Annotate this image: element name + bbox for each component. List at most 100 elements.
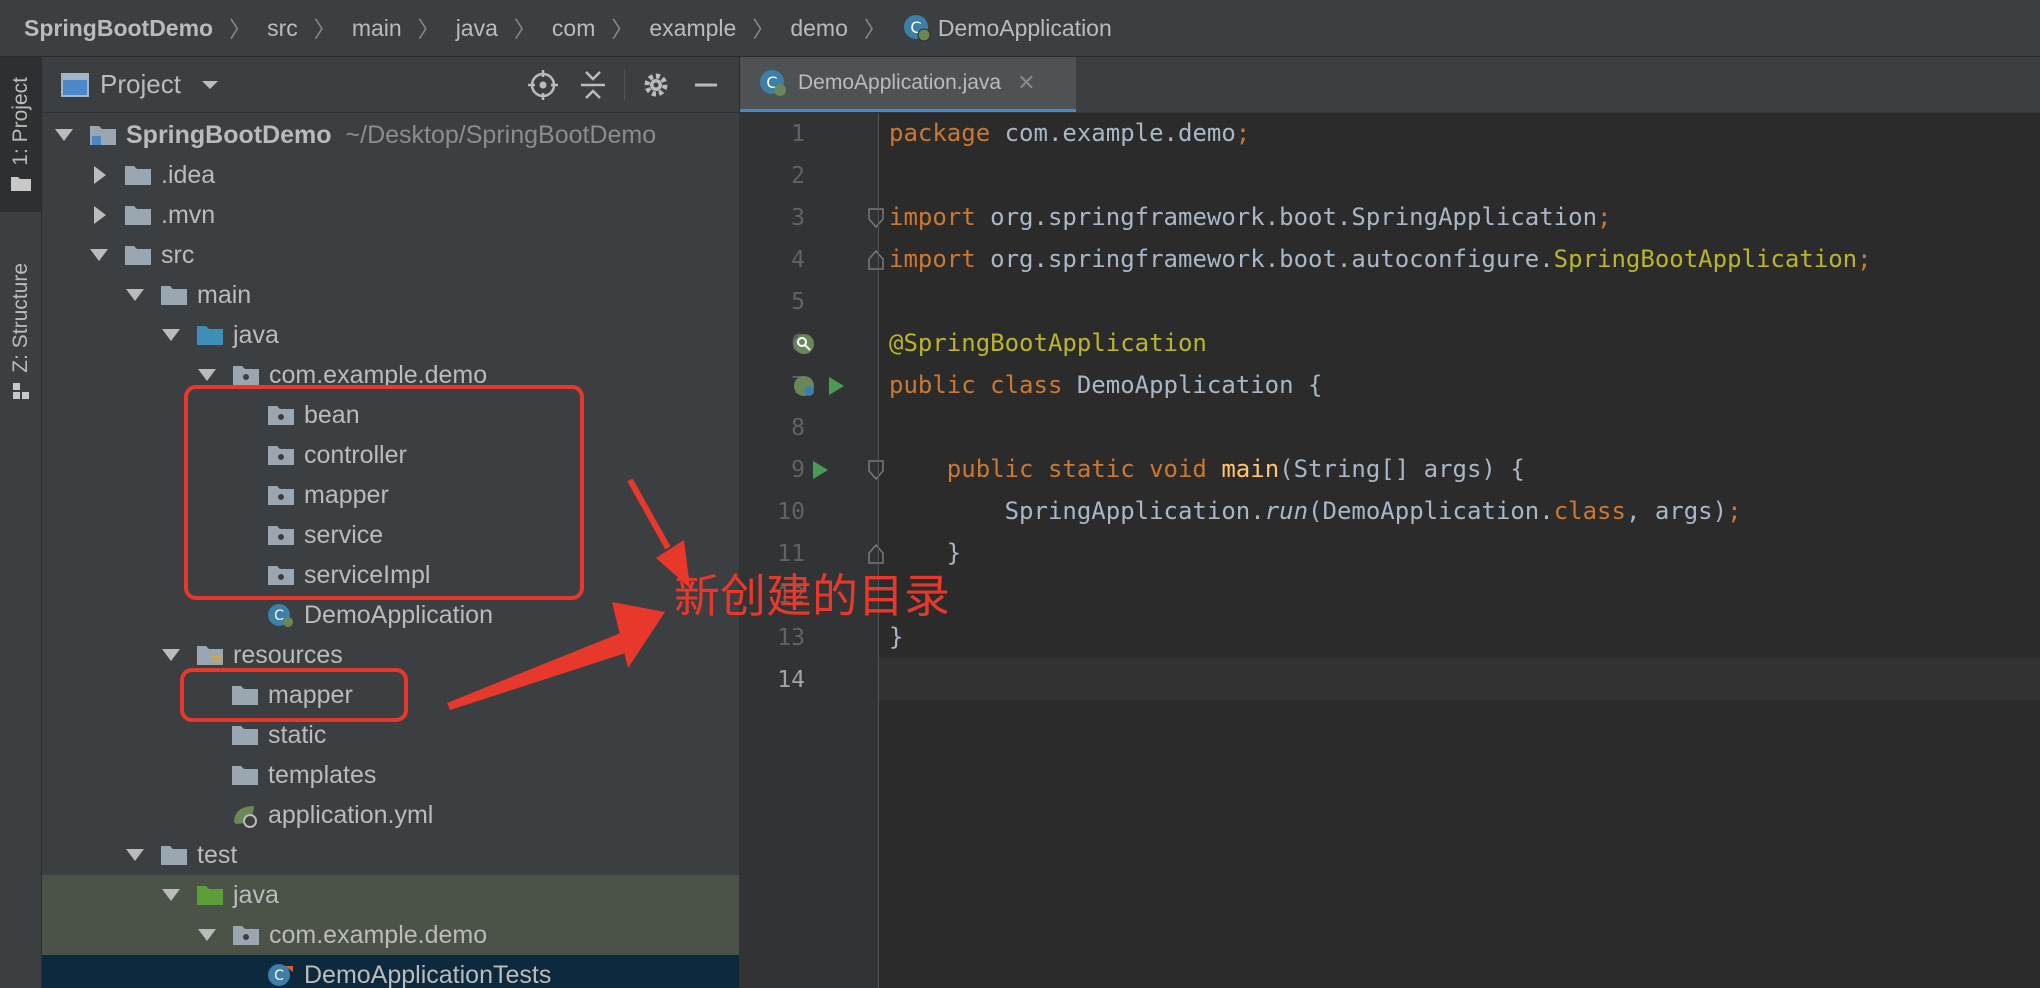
tree-item-idea[interactable]: .idea <box>42 155 739 195</box>
code-line[interactable]: } <box>889 623 903 651</box>
line-number: 1 <box>791 121 805 147</box>
tab-demoapplication-java[interactable]: C DemoApplication.java ✕ <box>740 57 1076 112</box>
gutter-separator <box>878 113 879 988</box>
tree-item-resources-mapper[interactable]: mapper <box>42 675 739 715</box>
code-token: org.springframework.boot.SpringApplicati… <box>975 203 1598 231</box>
tree-item-label: application.yml <box>268 800 434 829</box>
chevron-down-icon[interactable] <box>159 323 183 347</box>
folder-icon <box>232 726 258 745</box>
breadcrumb-src[interactable]: src <box>267 15 298 42</box>
package-icon <box>233 366 259 385</box>
tree-item-mvn[interactable]: .mvn <box>42 195 739 235</box>
tree-item-resources[interactable]: resources <box>42 635 739 675</box>
tree-item-project-root[interactable]: SpringBootDemo ~/Desktop/SpringBootDemo <box>42 115 739 155</box>
hide-panel-button[interactable] <box>681 65 731 105</box>
code-token: (String[] args) { <box>1279 455 1525 483</box>
chevron-down-icon[interactable] <box>159 643 183 667</box>
folder-icon <box>125 206 151 225</box>
chevron-right-icon: 〉 <box>611 17 634 42</box>
tree-item-mapper[interactable]: mapper <box>42 475 739 515</box>
chevron-down-icon[interactable] <box>123 283 147 307</box>
line-number: 5 <box>791 289 805 315</box>
close-icon[interactable]: ✕ <box>1017 70 1035 96</box>
tree-item-controller[interactable]: controller <box>42 435 739 475</box>
spring-bean-icon[interactable] <box>791 373 817 399</box>
svg-text:C: C <box>274 608 284 624</box>
run-icon[interactable] <box>825 375 847 397</box>
tree-item-application-yml[interactable]: application.yml <box>42 795 739 835</box>
tree-item-demoapplication[interactable]: C DemoApplication <box>42 595 739 635</box>
settings-button[interactable] <box>631 65 681 105</box>
tree-item-src[interactable]: src <box>42 235 739 275</box>
semicolon-token: ; <box>1235 119 1251 147</box>
code-line[interactable]: SpringApplication.run(DemoApplication.cl… <box>889 497 1742 525</box>
breadcrumb-main[interactable]: main <box>352 15 402 42</box>
tree-item-package[interactable]: com.example.demo <box>42 355 739 395</box>
spring-class-icon: C <box>903 15 931 42</box>
code-line[interactable]: public class DemoApplication { <box>889 371 1322 399</box>
breadcrumb-com[interactable]: com <box>552 15 595 42</box>
module-folder-icon <box>90 126 116 145</box>
code-line[interactable]: import org.springframework.boot.autoconf… <box>889 245 1872 273</box>
chevron-down-icon[interactable] <box>123 843 147 867</box>
locate-file-button[interactable] <box>518 65 568 105</box>
code-editor[interactable]: 1 2 3 4 5 6 7 8 9 10 11 12 13 14 package… <box>739 113 2040 988</box>
fold-icon[interactable] <box>867 207 885 229</box>
breadcrumb-project[interactable]: SpringBootDemo <box>24 15 213 42</box>
project-window-icon <box>61 72 89 97</box>
tree-item-main[interactable]: main <box>42 275 739 315</box>
dropdown-arrow-icon[interactable] <box>199 78 221 92</box>
tree-item-test[interactable]: test <box>42 835 739 875</box>
code-line[interactable]: public static void main(String[] args) { <box>889 455 1525 483</box>
collapse-all-button[interactable] <box>568 65 618 105</box>
tree-item-demoapplicationtests[interactable]: C DemoApplicationTests <box>42 955 739 988</box>
breadcrumb-demo[interactable]: demo <box>790 15 848 42</box>
tree-item-main-java[interactable]: java <box>42 315 739 355</box>
tree-item-serviceimpl[interactable]: serviceImpl <box>42 555 739 595</box>
chevron-right-icon[interactable] <box>87 163 111 187</box>
run-icon[interactable] <box>809 459 831 481</box>
chevron-down-icon[interactable] <box>87 243 111 267</box>
folder-icon <box>125 166 151 185</box>
line-number: 14 <box>777 667 805 693</box>
chevron-right-icon: 〉 <box>513 17 536 42</box>
fold-icon[interactable] <box>867 249 885 271</box>
code-token: SpringApplication. <box>1004 497 1265 525</box>
project-tool-tab[interactable]: 1: Project <box>0 57 42 212</box>
structure-tool-tab[interactable]: Z: Structure <box>0 247 42 417</box>
chevron-down-icon[interactable] <box>159 883 183 907</box>
spring-bean-icon[interactable] <box>791 331 817 357</box>
tree-item-test-package[interactable]: com.example.demo <box>42 915 739 955</box>
project-view-selector[interactable]: Project <box>100 69 181 100</box>
chevron-down-icon[interactable] <box>195 363 219 387</box>
chevron-right-icon: 〉 <box>752 17 775 42</box>
project-panel-header: Project <box>42 57 739 113</box>
chevron-right-icon[interactable] <box>87 203 111 227</box>
chevron-down-icon[interactable] <box>52 123 76 147</box>
chevron-down-icon[interactable] <box>195 923 219 947</box>
structure-tool-label: Z: Structure <box>9 263 32 373</box>
tree-item-label: src <box>161 240 195 269</box>
code-token: com.example.demo <box>990 119 1236 147</box>
tree-item-templates[interactable]: templates <box>42 755 739 795</box>
tree-item-bean[interactable]: bean <box>42 395 739 435</box>
static-method-token: run <box>1264 497 1309 525</box>
code-line[interactable]: import org.springframework.boot.SpringAp… <box>889 203 1611 231</box>
breadcrumb-java[interactable]: java <box>456 15 498 42</box>
tree-item-service[interactable]: service <box>42 515 739 555</box>
keyword-token: public static void <box>946 455 1207 483</box>
resources-folder-icon <box>197 646 223 665</box>
tree-item-static[interactable]: static <box>42 715 739 755</box>
line-number: 8 <box>791 415 805 441</box>
fold-icon[interactable] <box>867 459 885 481</box>
toolbar-divider <box>624 70 625 100</box>
code-line[interactable]: package com.example.demo; <box>889 119 1250 147</box>
breadcrumb-class[interactable]: DemoApplication <box>938 15 1112 42</box>
tree-item-label: DemoApplicationTests <box>304 960 552 988</box>
folder-icon <box>161 846 187 865</box>
code-line[interactable]: @SpringBootApplication <box>889 329 1207 357</box>
code-token: org.springframework.boot.autoconfigure. <box>975 245 1554 273</box>
breadcrumb-example[interactable]: example <box>649 15 736 42</box>
line-number: 4 <box>791 247 805 273</box>
tree-item-test-java[interactable]: java <box>42 875 739 915</box>
